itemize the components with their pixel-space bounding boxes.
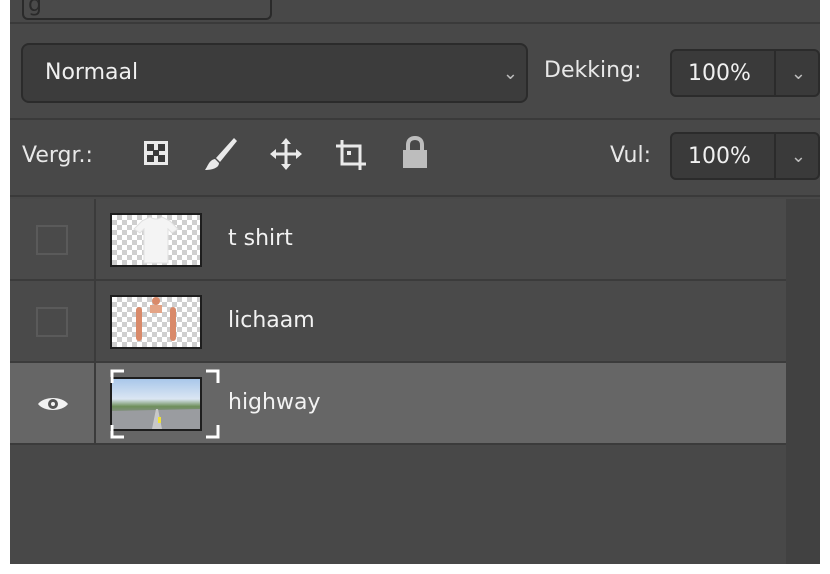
blend-mode-value: Normaal — [45, 60, 139, 85]
scrollbar-track[interactable] — [786, 199, 820, 564]
opacity-label: Dekking: — [544, 58, 642, 83]
eye-icon[interactable] — [36, 393, 70, 415]
layer-row[interactable]: t shirt — [10, 199, 786, 281]
selection-corners-icon — [110, 369, 220, 439]
lock-position-icon[interactable] — [268, 136, 304, 172]
tshirt-icon — [133, 216, 179, 264]
blend-mode-dropdown[interactable]: Normaal ⌄ — [21, 43, 528, 103]
top-partial-label: g — [28, 0, 42, 17]
lock-artboard-icon[interactable] — [334, 138, 368, 172]
layers-list: t shirt lichaam highway — [10, 199, 786, 449]
lock-image-pixels-icon[interactable] — [200, 134, 240, 174]
chevron-down-icon[interactable]: ⌄ — [791, 146, 806, 167]
bottom-edge — [0, 564, 830, 574]
layer-name: lichaam — [228, 308, 315, 333]
visibility-toggle[interactable] — [36, 307, 68, 337]
layer-name: t shirt — [228, 226, 293, 251]
visibility-toggle[interactable] — [36, 225, 68, 255]
opacity-field[interactable]: 100% ⌄ — [670, 49, 820, 97]
chevron-down-icon: ⌄ — [502, 63, 518, 84]
body-thumbnail[interactable] — [110, 295, 202, 349]
layer-name: highway — [228, 390, 321, 415]
lock-label: Vergr.: — [22, 143, 93, 168]
fill-field[interactable]: 100% ⌄ — [670, 132, 820, 180]
visibility-column — [10, 363, 96, 443]
lock-transparent-pixels-icon[interactable] — [141, 138, 171, 168]
visibility-column — [10, 281, 96, 361]
fill-label: Vul: — [610, 143, 652, 168]
layer-row[interactable]: lichaam — [10, 281, 786, 363]
chevron-down-icon[interactable]: ⌄ — [791, 63, 806, 84]
tshirt-thumbnail[interactable] — [110, 213, 202, 267]
fill-value: 100% — [688, 144, 751, 169]
visibility-column — [10, 199, 96, 279]
layer-row-selected[interactable]: highway — [10, 363, 786, 445]
lock-all-icon[interactable] — [398, 134, 432, 172]
body-icon — [136, 297, 176, 341]
divider-layers — [10, 195, 820, 197]
opacity-value: 100% — [688, 61, 751, 86]
divider-middle — [10, 118, 820, 120]
top-partial-control[interactable]: g — [22, 0, 272, 20]
divider-top — [10, 22, 820, 24]
